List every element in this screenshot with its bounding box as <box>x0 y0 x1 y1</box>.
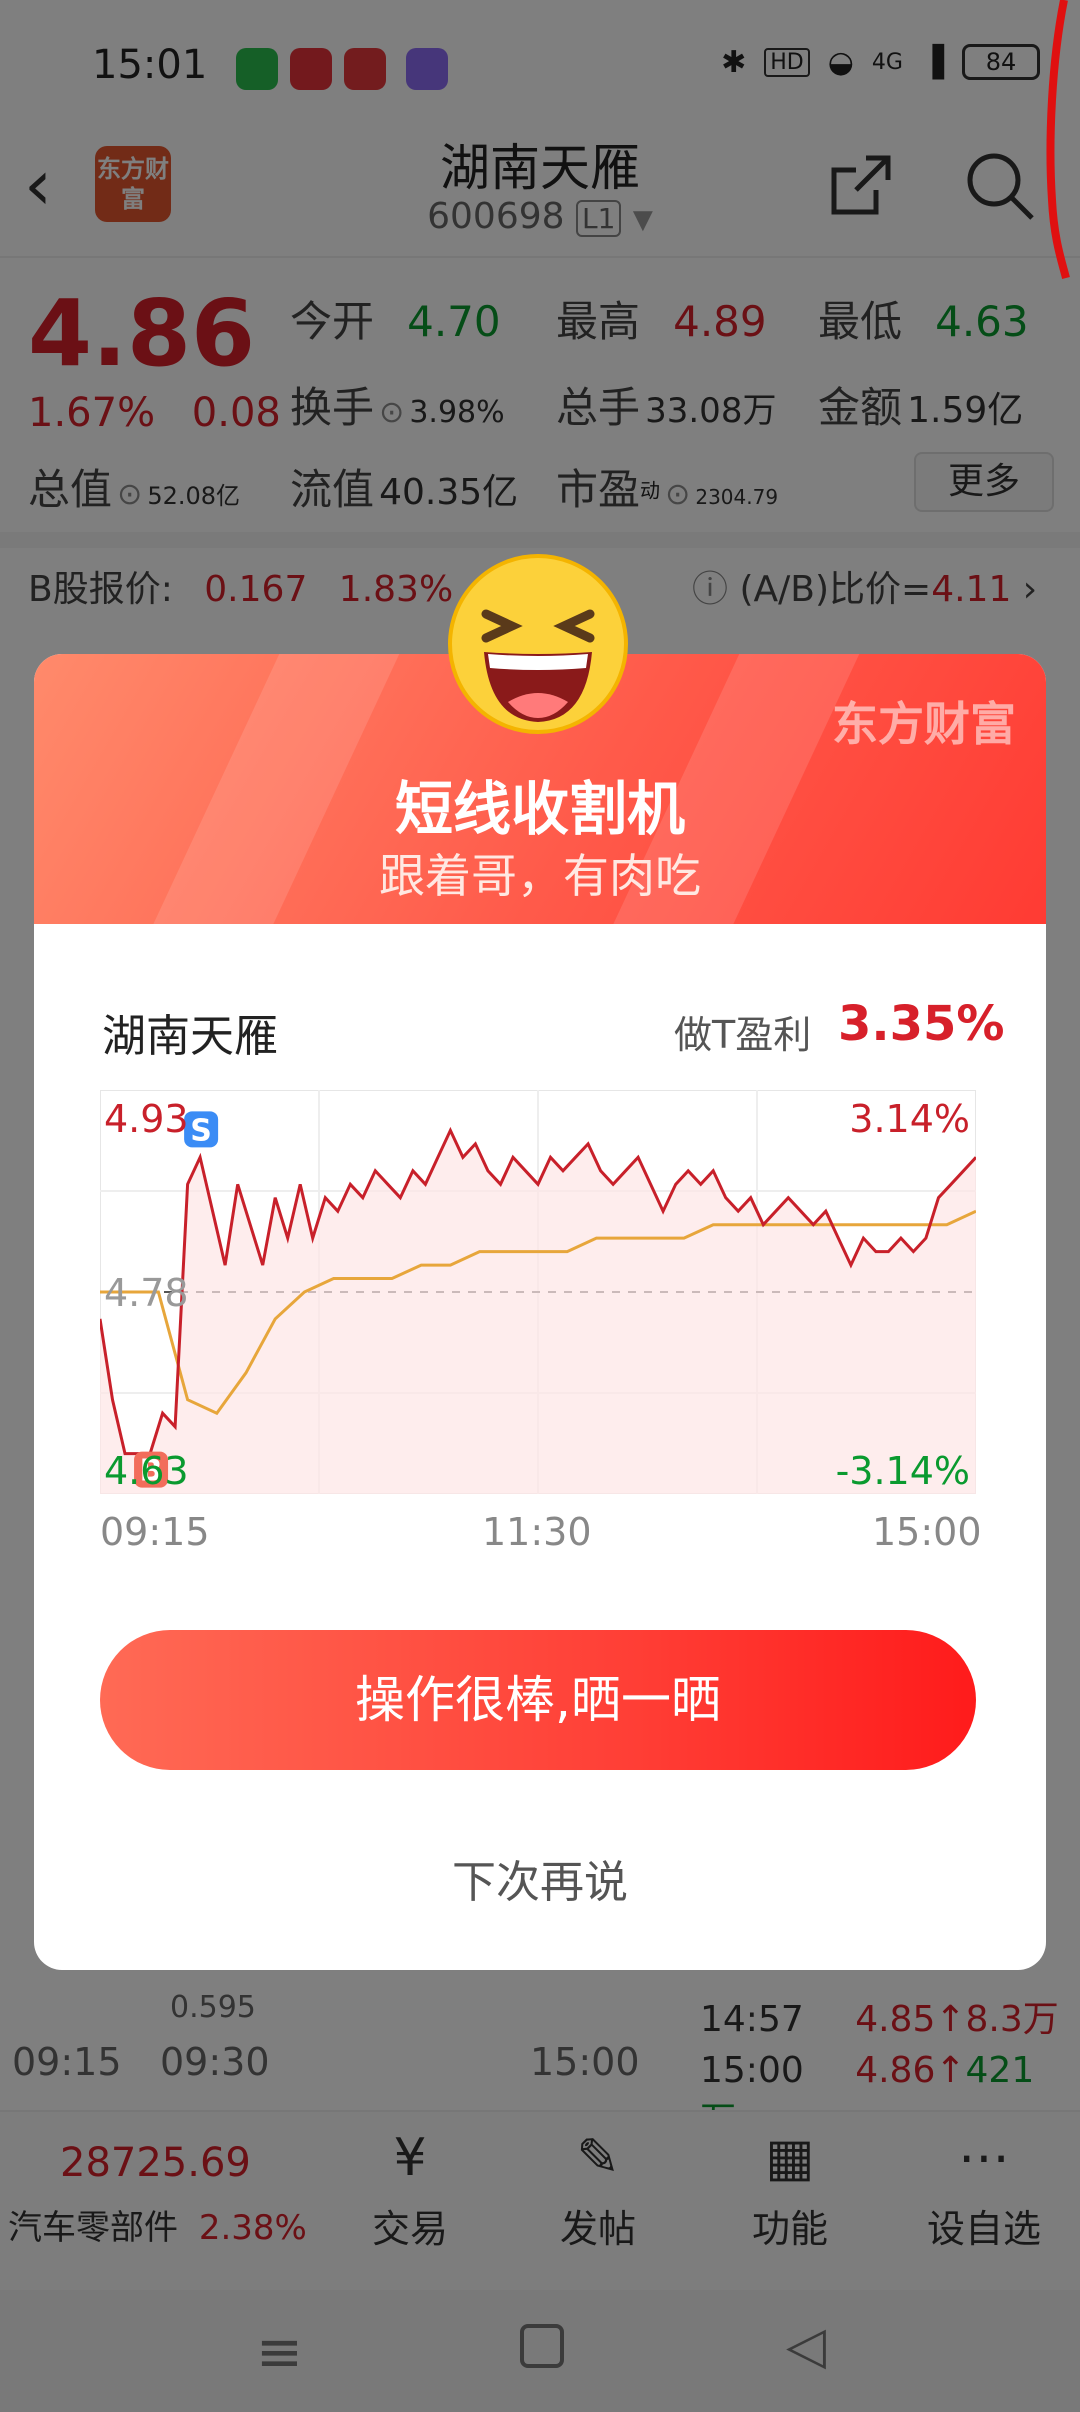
brand-watermark: 东方财富 <box>832 697 1016 751</box>
pnl-label: 做T盈利 <box>674 1013 812 1057</box>
profit-share-dialog: 东方财富 短线收割机 跟着哥，有肉吃 湖南天雁 做T盈利 3.35% SB 4.… <box>34 654 1046 1970</box>
share-result-button[interactable]: 操作很棒,晒一晒 <box>100 1630 976 1770</box>
y-right-top: 3.14% <box>849 1097 970 1141</box>
x-tick-mid: 11:30 <box>482 1510 592 1554</box>
pnl-value: 3.35% <box>838 996 1005 1052</box>
x-tick-start: 09:15 <box>100 1510 210 1554</box>
annotation-stroke <box>1046 0 1070 279</box>
dialog-title: 短线收割机 <box>394 775 685 843</box>
y-label-bottom: 4.63 <box>104 1449 189 1493</box>
dialog-stock-name: 湖南天雁 <box>102 1011 278 1062</box>
dialog-subtitle: 跟着哥，有肉吃 <box>379 849 701 903</box>
intraday-chart: SB 4.93 4.78 4.63 3.14% -3.14% <box>100 1090 976 1494</box>
later-button[interactable]: 下次再说 <box>34 1846 1046 1910</box>
laughing-emoji-icon <box>448 554 628 734</box>
y-label-top: 4.93 <box>104 1097 189 1141</box>
y-right-bottom: -3.14% <box>836 1449 970 1493</box>
sell-marker-label: S <box>190 1113 212 1148</box>
sell-marker: S <box>184 1111 219 1148</box>
y-label-mid: 4.78 <box>104 1271 189 1315</box>
x-tick-end: 15:00 <box>872 1510 982 1554</box>
